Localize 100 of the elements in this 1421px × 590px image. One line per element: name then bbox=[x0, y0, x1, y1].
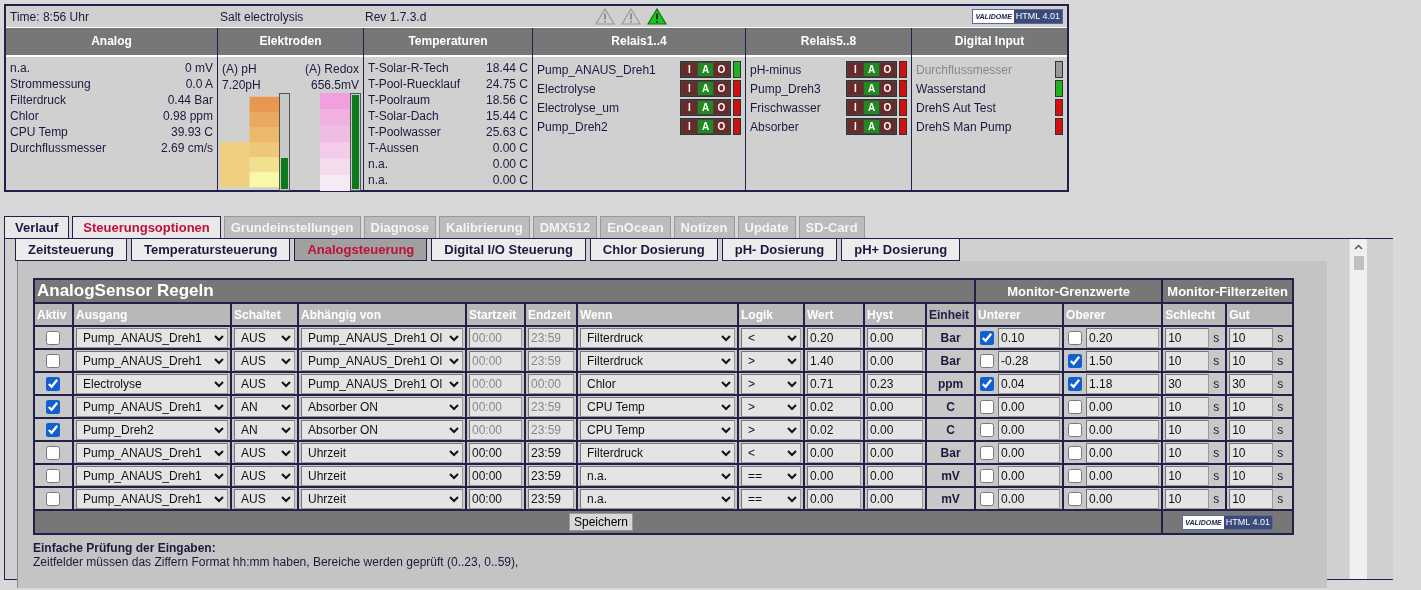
subtab[interactable]: Chlor Dosierung bbox=[589, 239, 718, 261]
mode-option[interactable]: A bbox=[698, 63, 713, 76]
upper-limit-field[interactable]: 0.00 bbox=[1086, 396, 1160, 417]
subtab[interactable]: pH- Dosierung bbox=[721, 239, 838, 261]
checkbox[interactable] bbox=[980, 330, 995, 345]
dependency-dropdown[interactable]: Uhrzeit bbox=[301, 488, 463, 509]
checkbox[interactable] bbox=[45, 353, 60, 368]
scroll-up-icon[interactable] bbox=[1354, 243, 1363, 252]
switch-dropdown[interactable]: AUS bbox=[234, 327, 295, 348]
checkbox[interactable] bbox=[45, 399, 60, 414]
filter-time-field[interactable]: 10 bbox=[1229, 396, 1274, 417]
lower-limit-field[interactable]: 0.04 bbox=[998, 373, 1061, 394]
checkbox[interactable] bbox=[980, 491, 995, 506]
filter-time-field[interactable]: 10 bbox=[1229, 350, 1274, 371]
end-time-field[interactable]: 23:59 bbox=[528, 488, 574, 509]
mode-option[interactable]: I bbox=[682, 63, 697, 76]
output-dropdown[interactable]: Pump_Dreh2 bbox=[76, 419, 228, 440]
logic-dropdown[interactable]: < bbox=[741, 442, 801, 463]
mode-option[interactable]: I bbox=[682, 101, 697, 114]
filter-time-field[interactable]: 10 bbox=[1229, 327, 1274, 348]
mode-option[interactable]: I bbox=[682, 82, 697, 95]
checkbox[interactable] bbox=[1068, 491, 1083, 506]
output-dropdown[interactable]: Pump_ANAUS_Dreh1 bbox=[76, 465, 228, 486]
mode-option[interactable]: A bbox=[864, 63, 879, 76]
mode-option[interactable]: O bbox=[714, 82, 729, 95]
condition-dropdown[interactable]: CPU Temp bbox=[580, 396, 735, 417]
mode-option[interactable]: A bbox=[698, 82, 713, 95]
tab[interactable]: Steuerungsoptionen bbox=[72, 216, 221, 238]
filter-time-field[interactable]: 30 bbox=[1165, 373, 1210, 394]
switch-dropdown[interactable]: AUS bbox=[234, 373, 295, 394]
value-field[interactable]: 0.02 bbox=[807, 419, 861, 440]
mode-option[interactable]: O bbox=[880, 82, 895, 95]
condition-dropdown[interactable]: Filterdruck bbox=[580, 327, 735, 348]
condition-dropdown[interactable]: n.a. bbox=[580, 465, 735, 486]
lower-limit-field[interactable]: 0.00 bbox=[998, 488, 1061, 509]
filter-time-field[interactable]: 10 bbox=[1229, 442, 1274, 463]
switch-dropdown[interactable]: AUS bbox=[234, 350, 295, 371]
mode-option[interactable]: A bbox=[698, 120, 713, 133]
output-dropdown[interactable]: Pump_ANAUS_Dreh1 bbox=[76, 350, 228, 371]
value-field[interactable]: 0.00 bbox=[807, 442, 861, 463]
value-field[interactable]: 0.20 bbox=[807, 327, 861, 348]
hysteresis-field[interactable]: 0.00 bbox=[867, 442, 923, 463]
filter-time-field[interactable]: 10 bbox=[1165, 419, 1210, 440]
checkbox[interactable] bbox=[1068, 422, 1083, 437]
scrollbar[interactable] bbox=[1349, 239, 1367, 579]
checkbox[interactable] bbox=[980, 422, 995, 437]
logic-dropdown[interactable]: > bbox=[741, 419, 801, 440]
switch-dropdown[interactable]: AUS bbox=[234, 488, 295, 509]
checkbox[interactable] bbox=[980, 468, 995, 483]
checkbox[interactable] bbox=[980, 445, 995, 460]
tab[interactable]: Verlauf bbox=[4, 216, 70, 238]
condition-dropdown[interactable]: n.a. bbox=[580, 488, 735, 509]
upper-limit-field[interactable]: 1.18 bbox=[1086, 373, 1160, 394]
value-field[interactable]: 0.00 bbox=[807, 488, 861, 509]
mode-option[interactable]: O bbox=[714, 63, 729, 76]
lower-limit-field[interactable]: -0.28 bbox=[998, 350, 1061, 371]
dependency-dropdown[interactable]: Absorber ON bbox=[301, 396, 463, 417]
switch-dropdown[interactable]: AUS bbox=[234, 465, 295, 486]
hysteresis-field[interactable]: 0.00 bbox=[867, 350, 923, 371]
output-dropdown[interactable]: Pump_ANAUS_Dreh1 bbox=[76, 488, 228, 509]
mode-option[interactable]: O bbox=[714, 101, 729, 114]
upper-limit-field[interactable]: 0.00 bbox=[1086, 442, 1160, 463]
scroll-thumb[interactable] bbox=[1353, 256, 1364, 270]
subtab[interactable]: pH+ Dosierung bbox=[841, 239, 961, 261]
end-time-field[interactable]: 23:59 bbox=[528, 442, 574, 463]
checkbox[interactable] bbox=[45, 330, 60, 345]
value-field[interactable]: 0.02 bbox=[807, 396, 861, 417]
mode-option[interactable]: O bbox=[880, 120, 895, 133]
lower-limit-field[interactable]: 0.10 bbox=[998, 327, 1061, 348]
checkbox[interactable] bbox=[1068, 399, 1083, 414]
mode-option[interactable]: I bbox=[848, 101, 863, 114]
switch-dropdown[interactable]: AN bbox=[234, 396, 295, 417]
checkbox[interactable] bbox=[980, 399, 995, 414]
hysteresis-field[interactable]: 0.23 bbox=[867, 373, 923, 394]
filter-time-field[interactable]: 10 bbox=[1165, 488, 1210, 509]
mode-option[interactable]: O bbox=[880, 101, 895, 114]
mode-option[interactable]: A bbox=[864, 101, 879, 114]
logic-dropdown[interactable]: == bbox=[741, 488, 801, 509]
mode-option[interactable]: O bbox=[880, 63, 895, 76]
checkbox[interactable] bbox=[1068, 445, 1083, 460]
checkbox[interactable] bbox=[1068, 376, 1083, 391]
condition-dropdown[interactable]: Chlor bbox=[580, 373, 735, 394]
mode-option[interactable]: I bbox=[848, 82, 863, 95]
hysteresis-field[interactable]: 0.00 bbox=[867, 465, 923, 486]
lower-limit-field[interactable]: 0.00 bbox=[998, 396, 1061, 417]
save-button[interactable]: Speichern bbox=[569, 513, 634, 531]
condition-dropdown[interactable]: CPU Temp bbox=[580, 419, 735, 440]
output-dropdown[interactable]: Pump_ANAUS_Dreh1 bbox=[76, 442, 228, 463]
logic-dropdown[interactable]: > bbox=[741, 350, 801, 371]
checkbox[interactable] bbox=[45, 376, 60, 391]
mode-option[interactable]: I bbox=[848, 120, 863, 133]
checkbox[interactable] bbox=[45, 491, 60, 506]
lower-limit-field[interactable]: 0.00 bbox=[998, 419, 1061, 440]
value-field[interactable]: 1.40 bbox=[807, 350, 861, 371]
start-time-field[interactable]: 00:00 bbox=[469, 488, 522, 509]
end-time-field[interactable]: 23:59 bbox=[528, 465, 574, 486]
dependency-dropdown[interactable]: Absorber ON bbox=[301, 419, 463, 440]
checkbox[interactable] bbox=[45, 468, 60, 483]
filter-time-field[interactable]: 10 bbox=[1229, 488, 1274, 509]
lower-limit-field[interactable]: 0.00 bbox=[998, 442, 1061, 463]
